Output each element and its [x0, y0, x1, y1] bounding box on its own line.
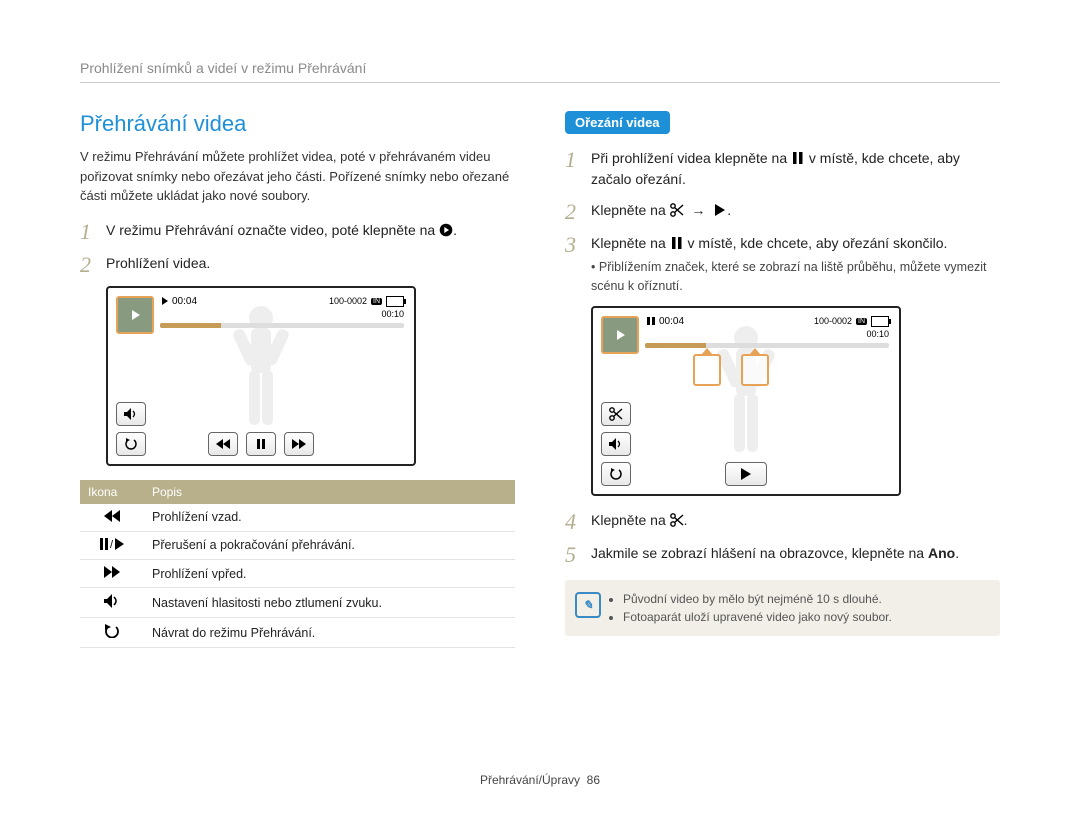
volume-button[interactable]: [601, 432, 631, 456]
back-button[interactable]: [116, 432, 146, 456]
rewind-icon: [104, 510, 120, 525]
note-item: Fotoaparát uloží upravené video jako nov…: [623, 608, 988, 626]
play-button[interactable]: [725, 462, 767, 486]
pause-icon: [791, 151, 805, 165]
step-2-text: Klepněte na → .: [591, 200, 1000, 221]
step-1-text: V režimu Přehrávání označte video, poté …: [106, 220, 515, 241]
trim-marker-start[interactable]: [693, 354, 721, 386]
step-2-text: Prohlížení videa.: [106, 253, 515, 274]
left-column: Přehrávání videa V režimu Přehrávání můž…: [80, 111, 515, 648]
scissors-icon: [670, 203, 684, 217]
table-row: Prohlížení vpřed.: [80, 559, 515, 587]
table-cell: Návrat do režimu Přehrávání.: [144, 618, 515, 648]
step-1-text: Při prohlížení videa klepněte na v místě…: [591, 148, 1000, 190]
note-box: ✎ Původní video by mělo být nejméně 10 s…: [565, 580, 1000, 636]
thumbnail-play-icon: [601, 316, 639, 354]
breadcrumb: Prohlížení snímků a videí v režimu Přehr…: [80, 60, 1000, 83]
file-number: 100-0002: [814, 316, 852, 326]
subsection-pill: Ořezání videa: [565, 111, 670, 134]
step-number: 2: [80, 253, 106, 276]
pause-button[interactable]: [246, 432, 276, 456]
step-3-text: Klepněte na v místě, kde chcete, aby oře…: [591, 233, 1000, 296]
fast-forward-icon: [104, 566, 120, 581]
note-item: Původní video by mělo být nejméně 10 s d…: [623, 590, 988, 608]
manual-page: Prohlížení snímků a videí v režimu Přehr…: [0, 0, 1080, 815]
table-cell: Nastavení hlasitosti nebo ztlumení zvuku…: [144, 588, 515, 618]
file-number: 100-0002: [329, 296, 367, 306]
storage-badge: IN: [856, 318, 867, 325]
rewind-button[interactable]: [208, 432, 238, 456]
pause-play-icon: /: [100, 538, 124, 553]
scissors-icon: [670, 513, 684, 527]
progress-bar: [160, 323, 404, 328]
svg-text:/: /: [110, 539, 114, 550]
table-row: / Přerušení a pokračování přehrávání.: [80, 531, 515, 559]
table-head-desc: Popis: [144, 480, 515, 504]
step-5-text: Jakmile se zobrazí hlášení na obrazovce,…: [591, 543, 1000, 564]
total-time: 00:10: [866, 329, 889, 339]
scissors-button[interactable]: [601, 402, 631, 426]
elapsed-time: 00:04: [172, 296, 197, 307]
note-icon: ✎: [575, 592, 601, 618]
pause-state-icon: [647, 317, 655, 325]
table-row: Prohlížení vzad.: [80, 504, 515, 532]
back-button[interactable]: [601, 462, 631, 486]
forward-button[interactable]: [284, 432, 314, 456]
icon-legend-table: Ikona Popis Prohlížení vzad. /: [80, 480, 515, 649]
volume-icon: [104, 594, 120, 611]
elapsed-time: 00:04: [659, 316, 684, 327]
trim-marker-end[interactable]: [741, 354, 769, 386]
volume-button[interactable]: [116, 402, 146, 426]
player-trim-screenshot: 00:04 100-0002 IN 00:10: [591, 306, 901, 496]
total-time: 00:10: [381, 309, 404, 319]
step-4-text: Klepněte na .: [591, 510, 1000, 531]
step-number: 5: [565, 543, 591, 566]
pause-icon: [670, 236, 684, 250]
battery-icon: [386, 296, 404, 307]
step-number: 2: [565, 200, 591, 223]
right-column: Ořezání videa 1 Při prohlížení videa kle…: [565, 111, 1000, 648]
player-screenshot: 00:04 100-0002 IN 00:10: [106, 286, 416, 466]
table-cell: Přerušení a pokračování přehrávání.: [144, 531, 515, 559]
table-row: Nastavení hlasitosti nebo ztlumení zvuku…: [80, 588, 515, 618]
step-number: 1: [80, 220, 106, 243]
intro-text: V režimu Přehrávání můžete prohlížet vid…: [80, 147, 515, 206]
return-icon: [104, 624, 120, 641]
progress-bar: [645, 343, 889, 348]
table-row: Návrat do režimu Přehrávání.: [80, 618, 515, 648]
step-number: 4: [565, 510, 591, 533]
step-number: 1: [565, 148, 591, 171]
battery-icon: [871, 316, 889, 327]
page-footer: Přehrávání/Úpravy 86: [0, 773, 1080, 787]
play-circle-icon: [439, 223, 453, 237]
table-cell: Prohlížení vpřed.: [144, 559, 515, 587]
storage-badge: IN: [371, 298, 382, 305]
step-sub-bullet: Přiblížením značek, které se zobrazí na …: [591, 258, 1000, 296]
table-cell: Prohlížení vzad.: [144, 504, 515, 532]
step-number: 3: [565, 233, 591, 256]
thumbnail-play-icon: [116, 296, 154, 334]
play-icon: [713, 203, 727, 217]
table-head-icon: Ikona: [80, 480, 144, 504]
play-state-icon: [162, 297, 168, 305]
section-title: Přehrávání videa: [80, 111, 515, 137]
